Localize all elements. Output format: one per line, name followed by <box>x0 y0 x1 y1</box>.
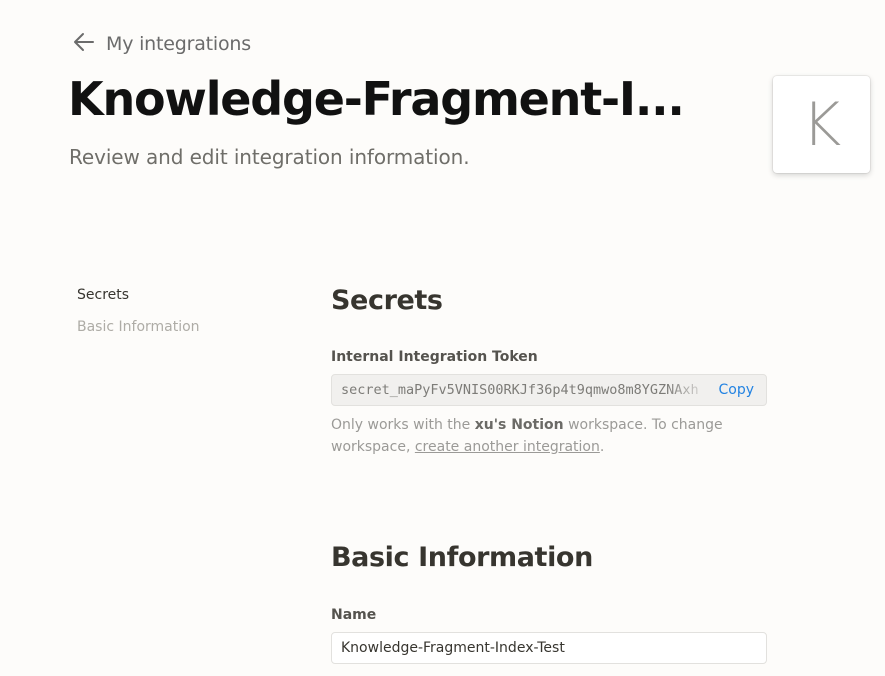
secrets-heading: Secrets <box>331 285 443 316</box>
create-integration-link[interactable]: create another integration <box>415 439 600 455</box>
side-nav-item-basic-information[interactable]: Basic Information <box>77 318 200 336</box>
workspace-name: xu's Notion <box>474 417 564 433</box>
workspace-note-prefix: Only works with the <box>331 417 475 433</box>
workspace-note-suffix: . <box>599 439 605 455</box>
token-field[interactable]: secret_maPyFv5VNIS00RKJf36p4t9qmwo8m8YGZ… <box>331 374 767 406</box>
arrow-left-icon <box>72 30 96 58</box>
avatar-letter: K <box>801 89 842 160</box>
page-subtitle: Review and edit integration information. <box>69 145 470 169</box>
side-nav-item-secrets[interactable]: Secrets <box>77 286 200 304</box>
back-link-label: My integrations <box>106 33 251 55</box>
name-input[interactable] <box>331 632 767 664</box>
integration-avatar[interactable]: K <box>773 76 870 173</box>
basic-information-heading: Basic Information <box>331 542 593 573</box>
integration-page: My integrations Knowledge-Fragment-I... … <box>0 0 885 676</box>
token-label: Internal Integration Token <box>331 349 538 365</box>
workspace-note: Only works with the xu's Notion workspac… <box>331 414 771 458</box>
name-label: Name <box>331 607 377 623</box>
side-nav: Secrets Basic Information <box>77 286 200 350</box>
token-value[interactable]: secret_maPyFv5VNIS00RKJf36p4t9qmwo8m8YGZ… <box>332 382 712 398</box>
copy-token-button[interactable]: Copy <box>712 382 766 398</box>
page-title: Knowledge-Fragment-I... <box>68 72 685 126</box>
back-to-integrations-link[interactable]: My integrations <box>72 30 251 58</box>
